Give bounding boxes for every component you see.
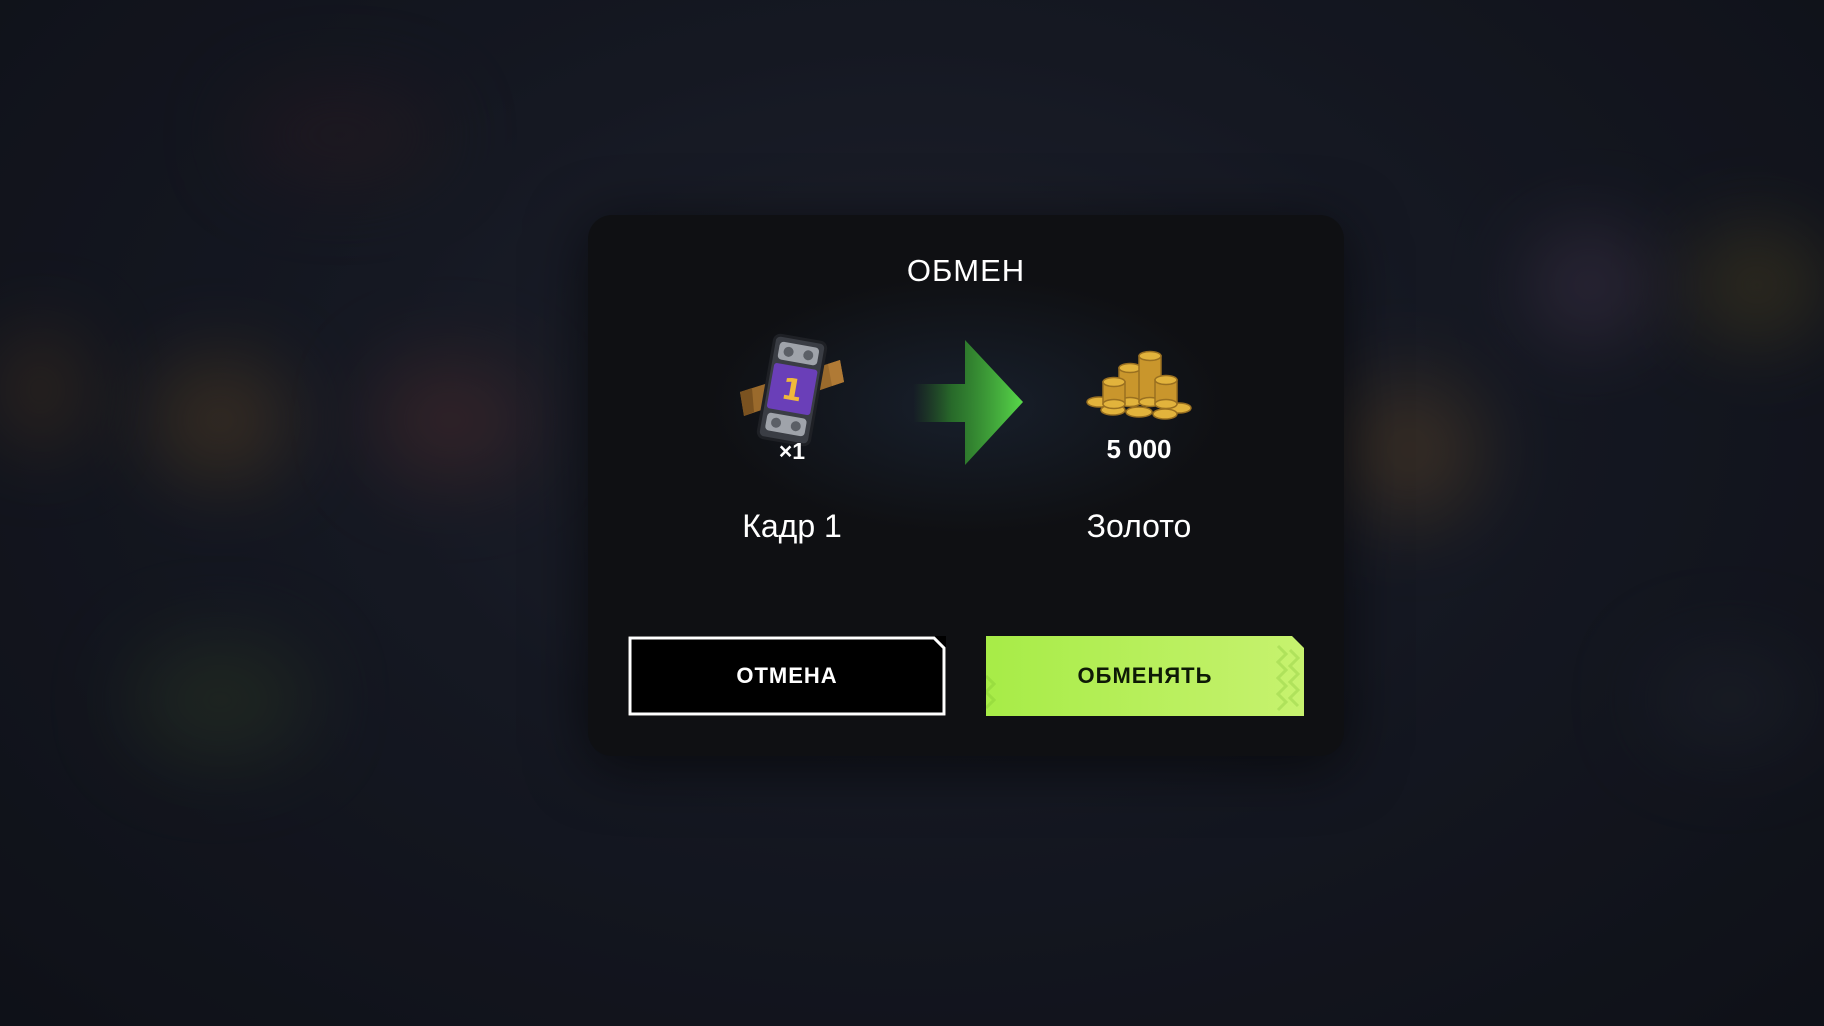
arrow-right-icon <box>913 340 1023 465</box>
gold-amount: 5 000 <box>1106 434 1172 464</box>
film-frame-icon: 1 <box>740 333 844 447</box>
exchange-dialog: ОБМЕН 1 ×1 Кадр 1 5 000 Золото ОТМЕНА ОБ… <box>588 215 1344 756</box>
dialog-title: ОБМЕН <box>906 253 1026 288</box>
cancel-button[interactable]: ОТМЕНА <box>628 636 946 716</box>
game-background: ОБМЕН 1 ×1 Кадр 1 5 000 Золото ОТМЕНА ОБ… <box>0 0 1824 1026</box>
item-name: Золото <box>1086 508 1192 544</box>
exchange-from-item: 1 ×1 Кадр 1 <box>672 330 912 544</box>
item-name: Кадр 1 <box>742 508 842 544</box>
exchange-confirm-button[interactable]: ОБМЕНЯТЬ <box>986 636 1304 716</box>
exchange-to-item: 5 000 Золото <box>1019 330 1259 544</box>
gold-coins-icon <box>1086 350 1192 420</box>
item-count: ×1 <box>778 438 806 464</box>
cancel-button-label: ОТМЕНА <box>736 663 838 688</box>
confirm-button-label: ОБМЕНЯТЬ <box>1077 663 1213 688</box>
